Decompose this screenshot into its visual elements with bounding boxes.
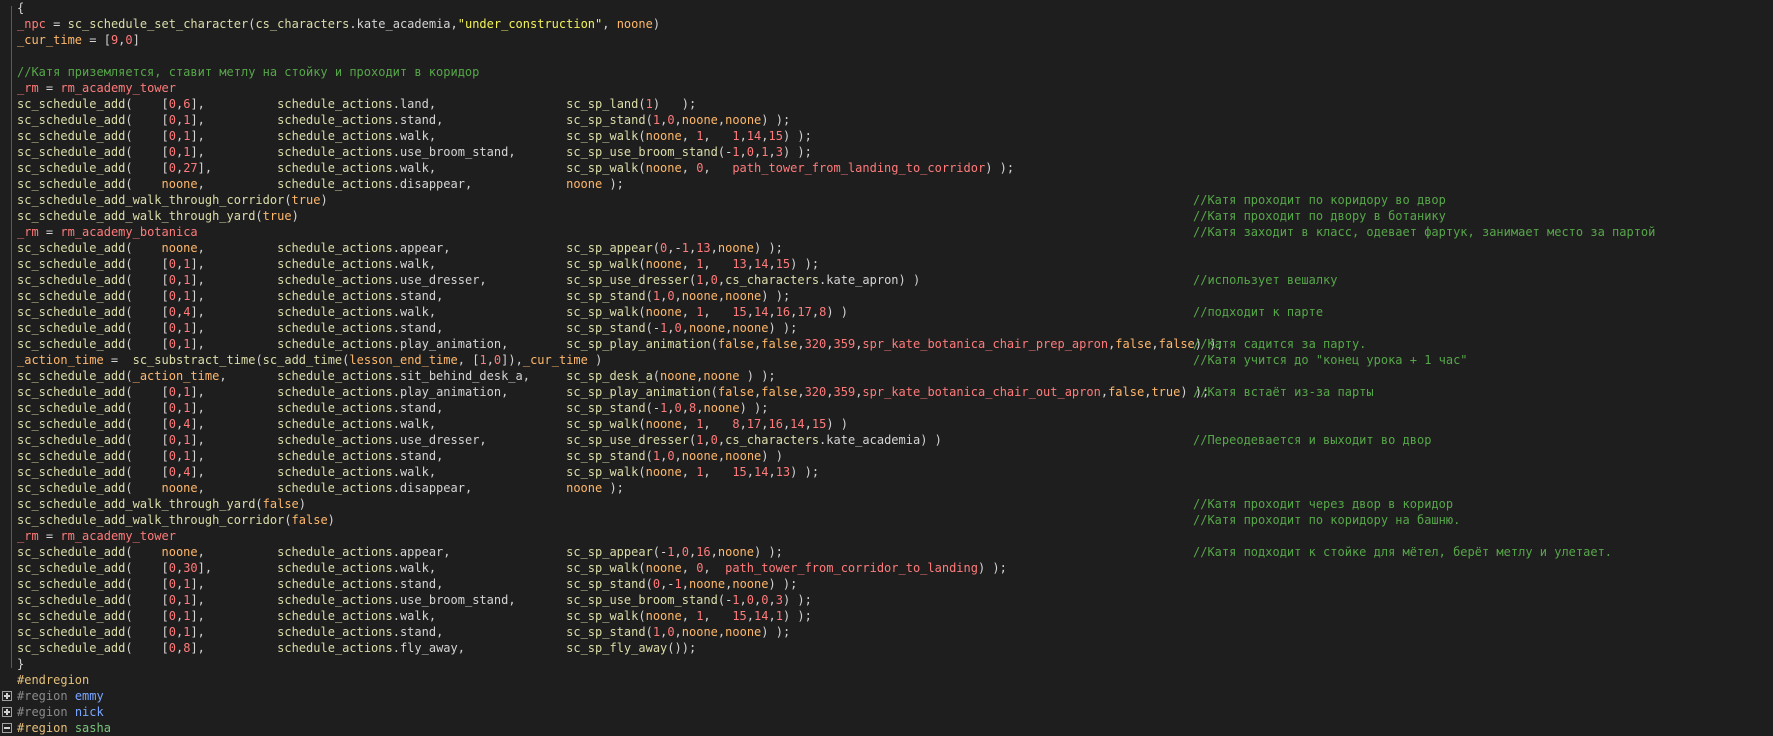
code-line[interactable]: _cur_time = [9,0] [17, 32, 140, 48]
line-comment: //Переодевается и выходит во двор [1193, 433, 1432, 447]
code-editor[interactable]: {_npc = sc_schedule_set_character(cs_cha… [0, 0, 1773, 736]
line-comment: //Катя подходит к стойке для мётел, берё… [1193, 545, 1613, 559]
line-comment: //Катя проходит по коридору на башню. [1193, 513, 1461, 527]
code-line[interactable]: //Катя приземляется, ставит метлу на сто… [17, 64, 479, 80]
code-line[interactable]: sc_schedule_add( noone, schedule_actions… [17, 480, 624, 496]
code-line[interactable]: sc_schedule_add( noone, schedule_actions… [17, 544, 783, 560]
code-line[interactable]: sc_schedule_add_walk_through_yard(true) [17, 208, 299, 224]
code-line[interactable]: } [17, 656, 24, 672]
code-line[interactable]: sc_schedule_add( [0,30], schedule_action… [17, 560, 1007, 576]
fold-expand-icon[interactable] [2, 691, 12, 701]
code-line[interactable]: sc_schedule_add( [0,1], schedule_actions… [17, 144, 812, 160]
region-keyword: #region [17, 705, 68, 719]
code-line[interactable]: sc_schedule_add( [0,1], schedule_actions… [17, 256, 819, 272]
line-comment: //Катя заходит в класс, одевает фартук, … [1193, 225, 1656, 239]
code-line[interactable]: #endregion [17, 672, 89, 688]
code-line[interactable]: sc_schedule_add( [0,1], schedule_actions… [17, 592, 812, 608]
line-comment: //Катя встаёт из-за парты [1193, 385, 1374, 399]
code-line[interactable]: sc_schedule_add( [0,4], schedule_actions… [17, 416, 848, 432]
code-line[interactable]: sc_schedule_add( [0,1], schedule_actions… [17, 288, 790, 304]
region-name: nick [74, 705, 104, 719]
code-line[interactable]: sc_schedule_add( [0,1], schedule_actions… [17, 384, 1209, 400]
code-line[interactable]: _rm = rm_academy_tower [17, 528, 176, 544]
code-line[interactable]: _action_time = sc_substract_time(sc_add_… [17, 352, 602, 368]
code-line[interactable]: sc_schedule_add( [0,1], schedule_actions… [17, 400, 769, 416]
line-comment: //Катя проходит по коридору во двор [1193, 193, 1446, 207]
code-line[interactable]: sc_schedule_add( noone, schedule_actions… [17, 176, 624, 192]
line-comment: //Катя садится за парту. [1193, 337, 1367, 351]
code-line[interactable]: sc_schedule_add_walk_through_corridor(tr… [17, 192, 328, 208]
fold-collapse-icon[interactable] [2, 723, 12, 733]
line-comment: //Катя учится до "конец урока + 1 час" [1193, 353, 1468, 367]
code-line[interactable]: _rm = rm_academy_tower [17, 80, 176, 96]
code-line[interactable]: _npc = sc_schedule_set_character(cs_char… [17, 16, 660, 32]
code-line[interactable]: sc_schedule_add( [0,1], schedule_actions… [17, 112, 790, 128]
code-line[interactable]: sc_schedule_add( [0,1], schedule_actions… [17, 336, 1224, 352]
fold-guide-line [11, 6, 12, 668]
code-line[interactable]: { [17, 0, 24, 16]
region-line[interactable]: #region emmy [17, 688, 104, 704]
line-comment: //использует вешалку [1193, 273, 1338, 287]
region-line[interactable]: #region nick [17, 704, 104, 720]
line-comment: //Катя проходит по двору в ботанику [1193, 209, 1446, 223]
code-line[interactable]: sc_schedule_add( [0,1], schedule_actions… [17, 272, 920, 288]
code-line[interactable]: sc_schedule_add( [0,4], schedule_actions… [17, 304, 848, 320]
code-line[interactable]: sc_schedule_add( [0,1], schedule_actions… [17, 128, 812, 144]
code-line[interactable]: sc_schedule_add( [0,1], schedule_actions… [17, 608, 812, 624]
fold-expand-icon[interactable] [2, 707, 12, 717]
code-line[interactable]: sc_schedule_add( noone, schedule_actions… [17, 240, 783, 256]
region-name: emmy [74, 689, 104, 703]
code-line[interactable]: sc_schedule_add( [0,1], schedule_actions… [17, 576, 797, 592]
region-keyword: #region [17, 689, 68, 703]
code-line[interactable]: sc_schedule_add( [0,1], schedule_actions… [17, 624, 790, 640]
code-line[interactable]: sc_schedule_add( [0,8], schedule_actions… [17, 640, 696, 656]
code-line[interactable]: sc_schedule_add(_action_time, schedule_a… [17, 368, 776, 384]
code-line[interactable]: sc_schedule_add( [0,27], schedule_action… [17, 160, 1014, 176]
region-line[interactable]: #region sasha [17, 720, 111, 736]
line-comment: //подходит к парте [1193, 305, 1324, 319]
code-line[interactable]: sc_schedule_add( [0,4], schedule_actions… [17, 464, 819, 480]
code-line[interactable]: sc_schedule_add( [0,1], schedule_actions… [17, 432, 942, 448]
code-line[interactable]: sc_schedule_add( [0,1], schedule_actions… [17, 448, 783, 464]
code-line[interactable]: sc_schedule_add_walk_through_corridor(fa… [17, 512, 335, 528]
code-line[interactable]: _rm = rm_academy_botanica [17, 224, 198, 240]
line-comment: //Катя проходит через двор в коридор [1193, 497, 1454, 511]
code-line[interactable]: sc_schedule_add_walk_through_yard(false) [17, 496, 306, 512]
code-line[interactable]: sc_schedule_add( [0,6], schedule_actions… [17, 96, 696, 112]
code-line[interactable]: sc_schedule_add( [0,1], schedule_actions… [17, 320, 797, 336]
